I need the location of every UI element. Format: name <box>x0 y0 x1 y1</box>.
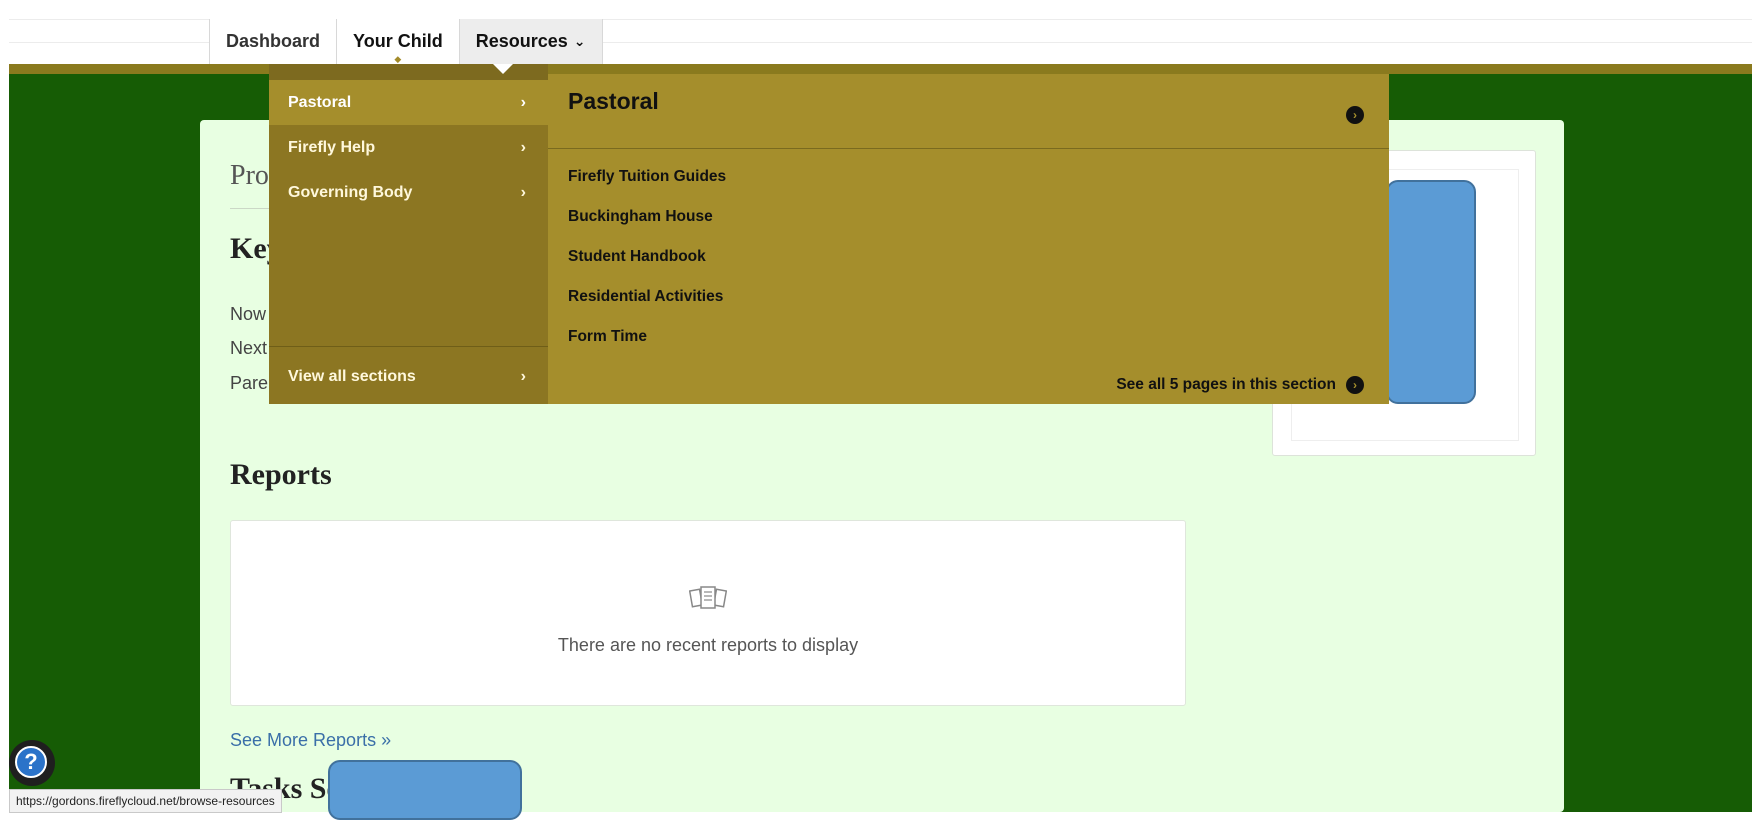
page-link-residential-activities[interactable]: Residential Activities <box>568 288 723 306</box>
chevron-down-icon: ⌄ <box>573 33 586 49</box>
menu-section-governing-body-label: Governing Body <box>288 184 413 201</box>
nav-tab-your-child-label: Your Child <box>353 31 443 51</box>
reports-heading: Reports <box>230 458 332 491</box>
page-link-form-time[interactable]: Form Time <box>568 328 647 346</box>
overlay-shape-bottom <box>328 760 522 820</box>
browser-status-url: https://gordons.fireflycloud.net/browse-… <box>9 789 282 813</box>
see-more-reports-link[interactable]: See More Reports » <box>230 730 391 751</box>
reports-empty-message: There are no recent reports to display <box>557 635 859 655</box>
mega-menu-sections: Pastoral › Firefly Help › Governing Body › … <box>269 64 548 404</box>
page-link-buckingham-house[interactable]: Buckingham House <box>568 208 713 226</box>
nav-tab-dashboard[interactable]: Dashboard <box>209 19 337 64</box>
mega-menu-pages-panel: Pastoral › Firefly Tuition Guides Buckin… <box>548 74 1389 404</box>
profile-heading: Pro <box>230 160 269 191</box>
nav-tab-your-child[interactable]: Your Child ◆ <box>336 19 459 64</box>
overlay-shape-right <box>1386 180 1476 404</box>
circle-arrow-right-icon[interactable]: › <box>1346 106 1364 124</box>
main-nav: Dashboard Your Child ◆ Resources ⌄ <box>209 19 603 65</box>
nav-tab-dashboard-label: Dashboard <box>226 31 321 51</box>
menu-section-firefly-help-label: Firefly Help <box>288 139 376 156</box>
nav-tab-resources-label: Resources <box>475 31 568 51</box>
reports-icon <box>689 586 727 609</box>
circle-arrow-right-icon[interactable]: › <box>1346 376 1364 394</box>
menu-section-firefly-help[interactable]: Firefly Help › <box>269 125 548 170</box>
menu-section-governing-body[interactable]: Governing Body › <box>269 170 548 215</box>
page-link-firefly-tuition-guides[interactable]: Firefly Tuition Guides <box>568 168 726 186</box>
help-icon: ? <box>15 746 47 778</box>
chevron-right-icon: › <box>520 184 526 201</box>
see-all-pages-link[interactable]: See all 5 pages in this section <box>1116 376 1336 394</box>
key-info-line-next: Next <box>230 338 268 358</box>
view-all-sections-link[interactable]: View all sections › <box>269 354 548 399</box>
chevron-right-icon: › <box>520 139 526 156</box>
menu-pointer-caret <box>493 64 513 74</box>
chevron-right-icon: › <box>520 94 526 111</box>
menu-section-pastoral[interactable]: Pastoral › <box>269 80 548 125</box>
resources-mega-menu: Pastoral › Firefly Help › Governing Body › … <box>269 64 1389 404</box>
view-all-sections-label: View all sections <box>288 368 416 385</box>
reports-empty-state: There are no recent reports to display <box>230 520 1186 706</box>
menu-section-pastoral-label: Pastoral <box>288 94 352 111</box>
top-navigation-bar: Dashboard Your Child ◆ Resources ⌄ <box>9 0 1752 64</box>
pastoral-section-title[interactable]: Pastoral <box>568 88 659 115</box>
mega-menu-divider <box>269 346 548 347</box>
pages-panel-divider <box>548 148 1389 149</box>
active-indicator-icon: ◆ <box>394 54 402 64</box>
page-link-student-handbook[interactable]: Student Handbook <box>568 248 706 266</box>
nav-tab-resources[interactable]: Resources ⌄ <box>458 19 603 64</box>
help-button[interactable]: ? <box>9 740 55 786</box>
chevron-right-icon: › <box>520 368 526 385</box>
key-info-line-now: Now <box>230 304 267 324</box>
